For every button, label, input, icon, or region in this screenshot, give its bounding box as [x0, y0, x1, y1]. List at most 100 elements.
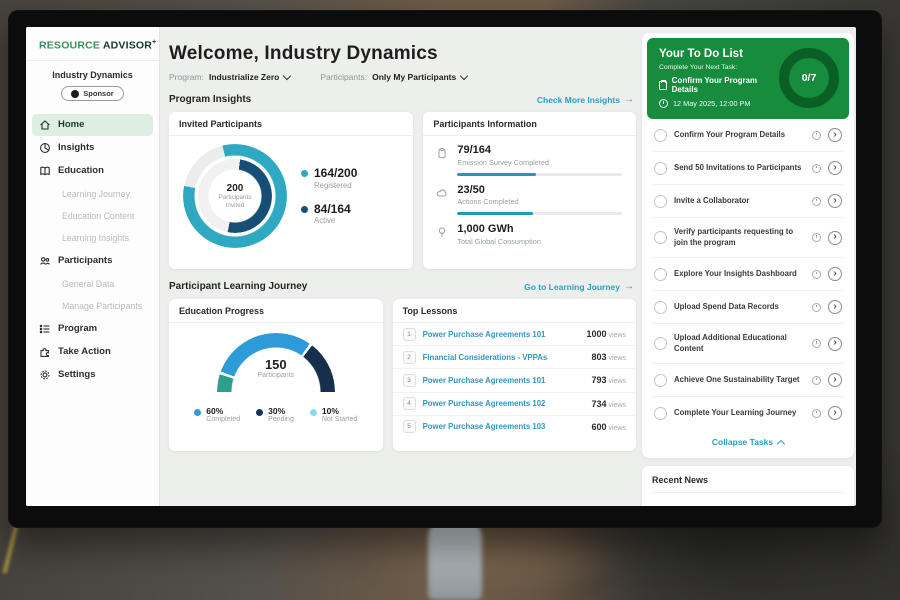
lesson-link[interactable]: Financial Considerations - VPPAs [423, 353, 585, 362]
info-main: 23/50 Actions Completed [457, 184, 622, 216]
sidebar-subitem-label: Manage Participants [62, 301, 142, 311]
task-checkbox[interactable] [654, 407, 667, 420]
participants-label: Participants: [320, 72, 367, 82]
task-row: Invite a Collaborator › [652, 185, 844, 218]
info-main: 1,000 GWh Total Global Consumption [457, 223, 622, 246]
task-checkbox[interactable] [654, 301, 667, 314]
task-label: Upload Additional Educational Content [674, 333, 805, 354]
lesson-link[interactable]: Power Purchase Agreements 101 [423, 376, 585, 385]
participants-dropdown[interactable]: Participants: Only My Participants [320, 72, 467, 82]
sidebar-item-insights[interactable]: Insights [32, 137, 153, 159]
task-open-button[interactable]: › [828, 161, 842, 175]
sidebar-item-home[interactable]: Home [32, 114, 153, 136]
app-logo[interactable]: RESOURCE ADVISOR+ [26, 27, 159, 61]
task-checkbox[interactable] [654, 337, 667, 350]
logo-primary: RESOURCE [39, 40, 100, 52]
legend-label: Not Started [322, 416, 357, 423]
todo-progress-value: 0/7 [802, 72, 817, 84]
sidebar-item-general-data[interactable]: General Data [32, 273, 153, 295]
donut-center-value: 200 [227, 183, 244, 194]
logo-secondary: ADVISOR [103, 40, 152, 52]
puzzle-icon [39, 346, 51, 358]
collapse-label: Collapse Tasks [712, 437, 773, 447]
todo-title: Your To Do List [659, 48, 779, 60]
sponsor-dot-icon [71, 90, 79, 98]
legend-value: 30% [268, 406, 294, 416]
legend-label: Completed [206, 416, 240, 423]
program-insights-header: Program Insights Check More Insights → [169, 94, 634, 105]
sidebar-item-education[interactable]: Education [32, 160, 153, 182]
task-open-button[interactable]: › [828, 300, 842, 314]
task-open-button[interactable]: › [828, 337, 842, 351]
task-clock-icon [812, 197, 821, 206]
task-open-button[interactable]: › [828, 194, 842, 208]
todo-hero-text: Your To Do List Complete Your Next Task:… [659, 48, 779, 108]
legend-dot-registered [301, 170, 308, 177]
recent-news-title: Recent News [652, 475, 844, 493]
task-clock-icon [812, 270, 821, 279]
lesson-views: 793views [591, 375, 626, 385]
learning-cards-row: Education Progress 150 Participants [169, 299, 636, 451]
sidebar-item-participants[interactable]: Participants [32, 250, 153, 272]
arrow-right-icon: → [624, 94, 634, 105]
lesson-rank: 5 [403, 420, 416, 433]
lesson-rank: 2 [403, 351, 416, 364]
sidebar-item-take-action[interactable]: Take Action [32, 341, 153, 363]
info-row: 1,000 GWh Total Global Consumption [423, 215, 636, 246]
collapse-tasks-link[interactable]: Collapse Tasks [647, 429, 849, 453]
todo-panel: Your To Do List Complete Your Next Task:… [642, 33, 854, 458]
progress-fill [457, 173, 536, 176]
list-icon [39, 323, 51, 335]
task-checkbox[interactable] [654, 268, 667, 281]
sidebar-item-learning-journey[interactable]: Learning Journey [32, 183, 153, 205]
lesson-rank: 4 [403, 397, 416, 410]
task-row: Explore Your Insights Dashboard › [652, 258, 844, 291]
program-dropdown[interactable]: Program: Industrialize Zero [169, 72, 290, 82]
views-label: views [608, 425, 626, 432]
views-count: 793 [591, 375, 606, 385]
task-open-button[interactable]: › [828, 231, 842, 245]
sidebar-item-program[interactable]: Program [32, 318, 153, 340]
sidebar-item-manage-participants[interactable]: Manage Participants [32, 295, 153, 317]
sponsor-badge: Sponsor [61, 86, 123, 101]
check-more-insights-link[interactable]: Check More Insights → [537, 94, 634, 105]
task-checkbox[interactable] [654, 195, 667, 208]
task-clock-icon [812, 409, 821, 418]
task-open-button[interactable]: › [828, 373, 842, 387]
task-row: Confirm Your Program Details › [652, 119, 844, 152]
participants-information-card: Participants Information 79/164 Emission… [423, 112, 636, 269]
dashboard-screen: RESOURCE ADVISOR+ Industry Dynamics Spon… [26, 27, 856, 506]
task-checkbox[interactable] [654, 231, 667, 244]
lesson-views: 600views [591, 422, 626, 432]
legend-item: 84/164 Active [301, 203, 357, 225]
section-title: Program Insights [169, 94, 251, 105]
legend-item: 60% Completed [194, 406, 240, 423]
task-clock-icon [812, 376, 821, 385]
task-checkbox[interactable] [654, 162, 667, 175]
sidebar-subitem-label: Education Content [62, 211, 134, 221]
lesson-link[interactable]: Power Purchase Agreements 102 [423, 399, 585, 408]
task-open-button[interactable]: › [828, 128, 842, 142]
task-label: Send 50 Invitations to Participants [674, 163, 805, 174]
task-open-button[interactable]: › [828, 406, 842, 420]
sidebar-item-settings[interactable]: Settings [32, 364, 153, 386]
program-label: Program: [169, 72, 204, 82]
logo-plus: + [152, 39, 156, 46]
participants-value: Only My Participants [372, 72, 456, 82]
legend-dot-not-started [310, 409, 317, 416]
sidebar-item-education-content[interactable]: Education Content [32, 205, 153, 227]
task-clock-icon [812, 233, 821, 242]
lesson-row: 1 Power Purchase Agreements 101 1000view… [393, 323, 636, 346]
lesson-link[interactable]: Power Purchase Agreements 103 [423, 422, 585, 431]
task-open-button[interactable]: › [828, 267, 842, 281]
go-to-learning-journey-link[interactable]: Go to Learning Journey → [524, 281, 634, 292]
sidebar: RESOURCE ADVISOR+ Industry Dynamics Spon… [26, 27, 160, 506]
task-row: Send 50 Invitations to Participants › [652, 152, 844, 185]
task-checkbox[interactable] [654, 129, 667, 142]
progress-bar [457, 173, 622, 176]
task-checkbox[interactable] [654, 374, 667, 387]
education-legend: 60% Completed 30% Pending 10% [194, 406, 357, 423]
sidebar-item-learning-insights[interactable]: Learning Insights [32, 227, 153, 249]
sidebar-item-label: Participants [58, 255, 112, 266]
lesson-link[interactable]: Power Purchase Agreements 101 [423, 330, 580, 339]
